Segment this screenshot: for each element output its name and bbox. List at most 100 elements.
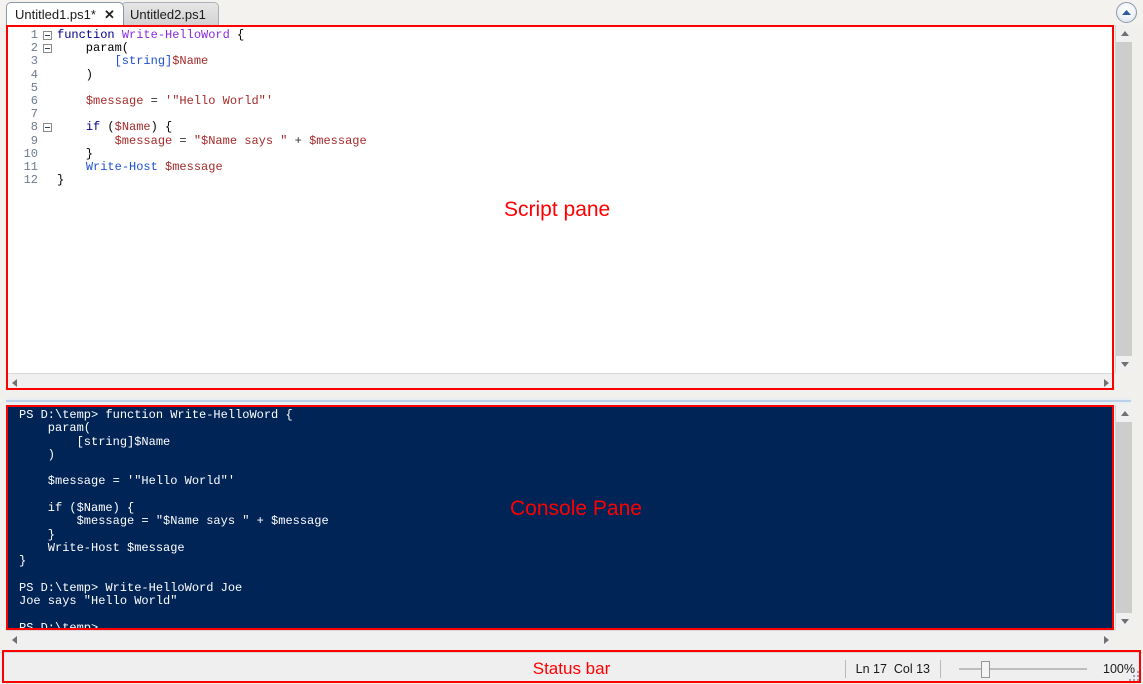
- chevron-right-icon: [1104, 635, 1109, 644]
- splitter-line: [6, 400, 1131, 402]
- scroll-up-button[interactable]: [1116, 25, 1133, 42]
- scroll-down-button[interactable]: [1116, 356, 1133, 373]
- collapse-box-icon[interactable]: [43, 30, 52, 40]
- collapse-box-icon[interactable]: [43, 43, 52, 53]
- console-pane-horizontal-scrollbar[interactable]: [6, 630, 1115, 647]
- code-token: $message: [165, 159, 223, 174]
- code-token: +: [287, 133, 310, 148]
- code-token: $message: [309, 133, 367, 148]
- code-token: {: [229, 28, 245, 42]
- scroll-left-button[interactable]: [6, 631, 23, 648]
- status-bar: Status bar Ln 17 Col 13 100%: [0, 652, 1143, 684]
- code-token: ): [57, 67, 94, 82]
- script-pane[interactable]: 1 function Write-HelloWord {2 param(3 [st…: [6, 25, 1114, 390]
- code-token: '"Hello World"': [165, 93, 274, 108]
- tab-untitled1[interactable]: Untitled1.ps1* ✕: [6, 2, 124, 25]
- tab-strip: Untitled1.ps1* ✕ Untitled2.ps1: [0, 0, 1143, 25]
- chevron-down-icon: [1120, 362, 1129, 367]
- code-line: 6 $message = '"Hello World"': [7, 93, 1113, 108]
- chevron-left-icon: [12, 378, 17, 387]
- code-text: [string]$Name: [57, 55, 1113, 68]
- chevron-up-icon: [1122, 10, 1131, 15]
- tab-untitled2-label: Untitled2.ps1: [130, 6, 206, 22]
- chevron-up-icon: [1120, 411, 1129, 416]
- script-pane-horizontal-scrollbar[interactable]: [6, 373, 1115, 390]
- tab-untitled1-label: Untitled1.ps1*: [15, 6, 96, 22]
- code-token: $message: [114, 133, 173, 148]
- code-line: 9 $message = "$Name says " + $message: [7, 133, 1113, 148]
- zoom-slider-track: [959, 667, 1087, 670]
- console-output[interactable]: PS D:\temp> function Write-HelloWord { p…: [7, 406, 1113, 629]
- chevron-down-icon: [1120, 619, 1129, 624]
- console-pane-vertical-scrollbar[interactable]: [1115, 405, 1133, 630]
- scroll-right-button[interactable]: [1098, 631, 1115, 648]
- powershell-ise-window: Untitled1.ps1* ✕ Untitled2.ps1 1 function…: [0, 0, 1143, 684]
- code-token: function: [57, 28, 115, 42]
- code-text: }: [57, 173, 1113, 188]
- code-text: Write-Host $message: [57, 159, 1113, 174]
- code-line: 11 Write-Host $message: [7, 159, 1113, 174]
- script-editor[interactable]: 1 function Write-HelloWord {2 param(3 [st…: [7, 26, 1113, 389]
- code-token: if: [85, 120, 101, 135]
- chevron-up-icon: [1120, 31, 1129, 36]
- code-text: ): [57, 67, 1113, 82]
- pane-splitter[interactable]: [6, 398, 1131, 404]
- code-text: $message = "$Name says " + $message: [57, 133, 1113, 148]
- scroll-track[interactable]: [1116, 42, 1132, 356]
- chevron-right-icon: [1104, 378, 1109, 387]
- code-token: Write-HelloWord: [121, 28, 230, 42]
- line-number: 3: [30, 54, 38, 69]
- code-line: 4 ): [7, 67, 1113, 82]
- collapse-box-icon[interactable]: [43, 122, 52, 132]
- code-line: 7: [7, 107, 1113, 121]
- scroll-right-button[interactable]: [1098, 374, 1115, 391]
- line-number: 5: [30, 80, 38, 95]
- code-token: $message: [85, 93, 144, 108]
- chevron-left-icon: [12, 635, 17, 644]
- scroll-left-button[interactable]: [6, 374, 23, 391]
- code-token: "$Name says ": [193, 133, 288, 148]
- status-bar-right-group: Ln 17 Col 13 100%: [835, 653, 1135, 684]
- zoom-slider-thumb[interactable]: [981, 660, 990, 678]
- script-pane-vertical-scrollbar[interactable]: [1115, 25, 1133, 373]
- code-line: 12}: [7, 173, 1113, 188]
- code-token: }: [57, 146, 94, 161]
- line-number: 10: [23, 146, 38, 161]
- code-text: param(: [57, 42, 1113, 55]
- line-number: 8: [30, 120, 38, 135]
- code-token: $Name: [172, 54, 209, 69]
- code-token: Write-Host: [85, 159, 158, 174]
- scroll-track[interactable]: [1116, 422, 1132, 613]
- code-token: =: [143, 93, 166, 108]
- code-token: param(: [57, 41, 130, 56]
- code-text: $message = '"Hello World"': [57, 93, 1113, 108]
- resize-grip[interactable]: [1127, 669, 1141, 683]
- tab-untitled2[interactable]: Untitled2.ps1: [121, 2, 219, 25]
- code-line: 1 function Write-HelloWord {: [7, 28, 1113, 42]
- code-token: $Name: [114, 120, 151, 135]
- code-token: (: [100, 120, 115, 135]
- code-token: ) {: [150, 120, 173, 135]
- zoom-slider[interactable]: [959, 660, 1087, 678]
- line-number: 9: [30, 133, 38, 148]
- scroll-up-button[interactable]: [1116, 405, 1133, 422]
- status-separator-right: [940, 659, 941, 678]
- code-token: }: [57, 173, 65, 188]
- code-token: [string]: [114, 54, 173, 69]
- line-number: 12: [23, 173, 38, 188]
- code-token: =: [172, 133, 194, 148]
- console-pane[interactable]: PS D:\temp> function Write-HelloWord { p…: [6, 405, 1114, 630]
- collapse-toolbar-button[interactable]: [1116, 2, 1137, 23]
- line-number: 4: [30, 67, 38, 82]
- code-line: 3 [string]$Name: [7, 55, 1113, 68]
- status-separator-left: [844, 659, 846, 678]
- close-icon[interactable]: ✕: [104, 8, 115, 21]
- scroll-down-button[interactable]: [1116, 613, 1133, 630]
